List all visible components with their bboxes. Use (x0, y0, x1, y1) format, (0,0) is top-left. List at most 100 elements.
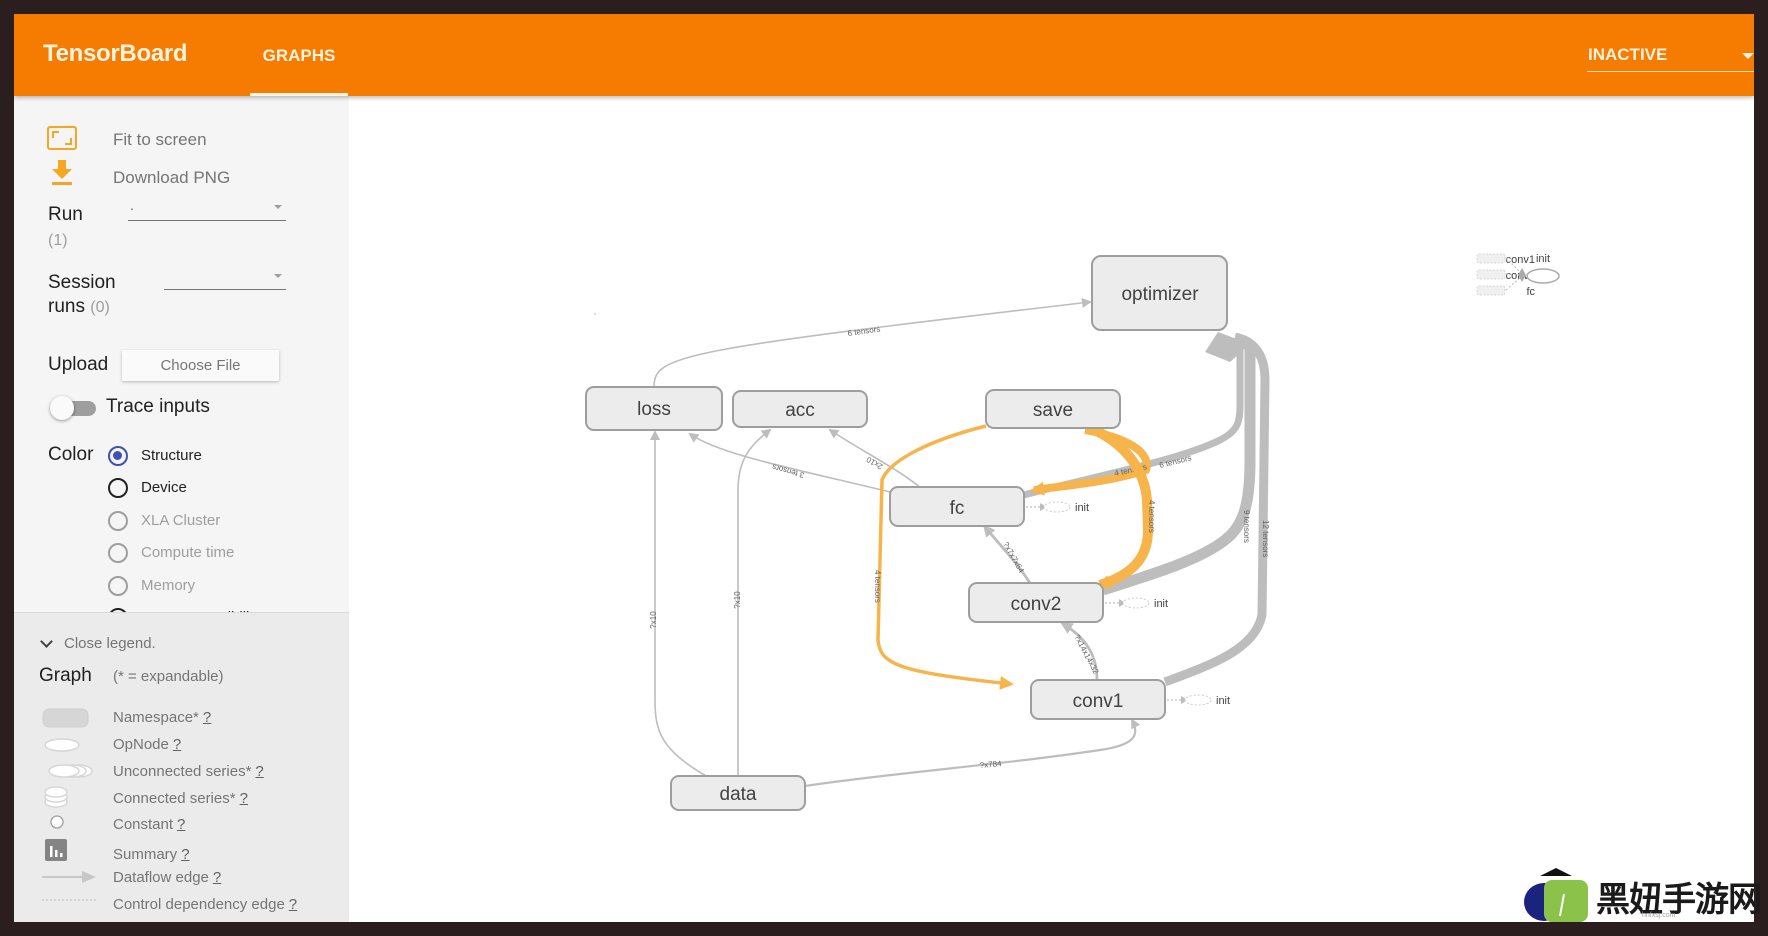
control-help-link[interactable]: ? (289, 896, 297, 913)
node-optimizer[interactable]: optimizer (1091, 255, 1228, 331)
inactive-dashboards-select[interactable]: INACTIVE (1587, 42, 1754, 72)
aux-init-title: init (1536, 253, 1550, 265)
choose-file-button[interactable]: Choose File (122, 350, 279, 381)
radio-structure[interactable] (108, 446, 128, 466)
run-select[interactable]: . (128, 197, 286, 221)
watermark-text: 黑妞手游网 (1596, 880, 1762, 920)
toggle-knob (50, 396, 74, 420)
run-select-value: . (130, 197, 134, 213)
dataflow-edge-icon (42, 871, 96, 883)
color-label: Color (48, 444, 94, 465)
fc-init-label: init (1075, 502, 1089, 514)
edge-label-fc-loss: 3 tensors (771, 462, 805, 480)
legend-control-label: Control dependency edge (113, 896, 285, 913)
node-conv2[interactable]: conv2 (968, 582, 1104, 623)
session-runs-count: (0) (90, 299, 110, 316)
edge-label-conv1-conv2: ?x14x14x32 (1072, 633, 1100, 676)
radio-compute-time-label: Compute time (141, 544, 235, 561)
download-png-label: Download PNG (113, 168, 231, 187)
watermark-sub: hnfxsj.com (1642, 912, 1676, 919)
node-conv1[interactable]: conv1 (1030, 679, 1166, 720)
aux-init-node[interactable]: conv1 conv2 fc init (1476, 253, 1560, 298)
node-acc[interactable]: acc (732, 390, 868, 428)
watermark-logo-icon (1524, 868, 1588, 922)
stray-mark (594, 313, 596, 315)
caret-down-icon (274, 205, 282, 209)
graph-canvas[interactable]: 6 tensors 3 tensors 2x10 ?x10 ?x10 ?x784… (349, 96, 1754, 922)
edge-fc-loss (688, 432, 891, 493)
radio-device-label: Device (141, 479, 187, 496)
legend-dataflow-label: Dataflow edge (113, 869, 209, 886)
trace-inputs-label: Trace inputs (106, 396, 210, 417)
edge-save-conv1 (876, 424, 1014, 690)
inactive-select-value: INACTIVE (1588, 45, 1668, 64)
legend-unconnected-label: Unconnected series* (113, 763, 252, 780)
edge-label-data-loss: ?x10 (649, 611, 658, 629)
node-save-label: save (1033, 400, 1073, 421)
edge-label-data-acc: ?x10 (733, 591, 742, 609)
radio-compute-time[interactable] (108, 543, 128, 563)
unconnected-series-icon (48, 764, 93, 778)
download-icon[interactable] (51, 160, 73, 186)
node-fc[interactable]: fc (889, 486, 1025, 527)
node-conv1-label: conv1 (1073, 691, 1124, 712)
unconnected-help-link[interactable]: ? (255, 763, 263, 780)
summary-icon (45, 839, 67, 861)
tab-graphs-label: GRAPHS (262, 46, 336, 65)
dataflow-help-link[interactable]: ? (213, 869, 221, 886)
radio-memory[interactable] (108, 576, 128, 596)
summary-help-link[interactable]: ? (181, 846, 189, 863)
fit-to-screen-label: Fit to screen (113, 130, 207, 149)
connected-series-icon (44, 786, 68, 808)
tab-graphs[interactable]: GRAPHS (250, 14, 348, 96)
caret-down-icon (274, 274, 282, 278)
fc-init-control[interactable]: init (1026, 501, 1089, 514)
node-optimizer-label: optimizer (1121, 284, 1199, 305)
top-app-bar: TensorBoard GRAPHS INACTIVE (14, 14, 1754, 96)
graph-controls: Fit to screen Download PNG Run (1) . Ses… (14, 96, 349, 612)
trace-inputs-toggle[interactable] (50, 396, 96, 420)
node-loss[interactable]: loss (585, 386, 723, 431)
brand-title: TensorBoard (43, 40, 188, 67)
aux-input-fc: fc (1526, 286, 1535, 298)
node-data[interactable]: data (670, 775, 806, 811)
session-runs-label-line2: runs (48, 296, 85, 317)
edge-label-save-conv2: 4 tensors (1147, 500, 1156, 533)
graph-legend: Close legend. Graph (* = expandable) Nam… (14, 612, 349, 922)
conv2-init-control[interactable]: init (1105, 597, 1168, 610)
edge-label-conv2-fc: ?x7x7x64 (1001, 540, 1026, 575)
active-tab-indicator (250, 93, 348, 96)
connected-help-link[interactable]: ? (240, 790, 248, 807)
session-runs-select[interactable] (164, 266, 286, 290)
legend-summary-label: Summary (113, 846, 178, 863)
edge-label-conv1-optimizer: 12 tensors (1261, 520, 1270, 557)
radio-xla-cluster[interactable] (108, 511, 128, 531)
radio-device[interactable] (108, 478, 128, 498)
session-runs-label: Session (48, 272, 116, 293)
upload-label: Upload (48, 354, 109, 375)
chevron-down-icon (40, 634, 53, 648)
node-loss-label: loss (637, 399, 671, 420)
constant-help-link[interactable]: ? (177, 816, 185, 833)
edge-loss-optimizer (653, 297, 1092, 388)
close-legend-label: Close legend. (64, 635, 156, 652)
edge-data-acc (737, 428, 772, 776)
radio-structure-label: Structure (141, 447, 202, 464)
constant-icon (50, 815, 64, 829)
conv1-init-control[interactable]: init (1167, 694, 1230, 707)
opnode-icon (44, 738, 80, 752)
node-fc-label: fc (950, 498, 965, 519)
app-window: TensorBoard GRAPHS INACTIVE Fit to scree… (14, 14, 1754, 922)
node-conv2-label: conv2 (1011, 594, 1062, 615)
fit-screen-icon[interactable] (47, 126, 77, 150)
edge-label-loss-optimizer: 6 tensors (847, 324, 881, 337)
opnode-help-link[interactable]: ? (173, 736, 181, 753)
edge-data-loss (650, 430, 709, 778)
node-save[interactable]: save (985, 389, 1121, 429)
graph-svg[interactable]: 6 tensors 3 tensors 2x10 ?x10 ?x10 ?x784… (349, 96, 1754, 922)
legend-subtitle: (* = expandable) (113, 668, 224, 685)
namespace-help-link[interactable]: ? (203, 709, 211, 726)
node-acc-label: acc (785, 400, 815, 421)
edge-label-save-conv1: 4 tensors (873, 570, 882, 603)
close-legend-button[interactable]: Close legend. (40, 634, 156, 652)
